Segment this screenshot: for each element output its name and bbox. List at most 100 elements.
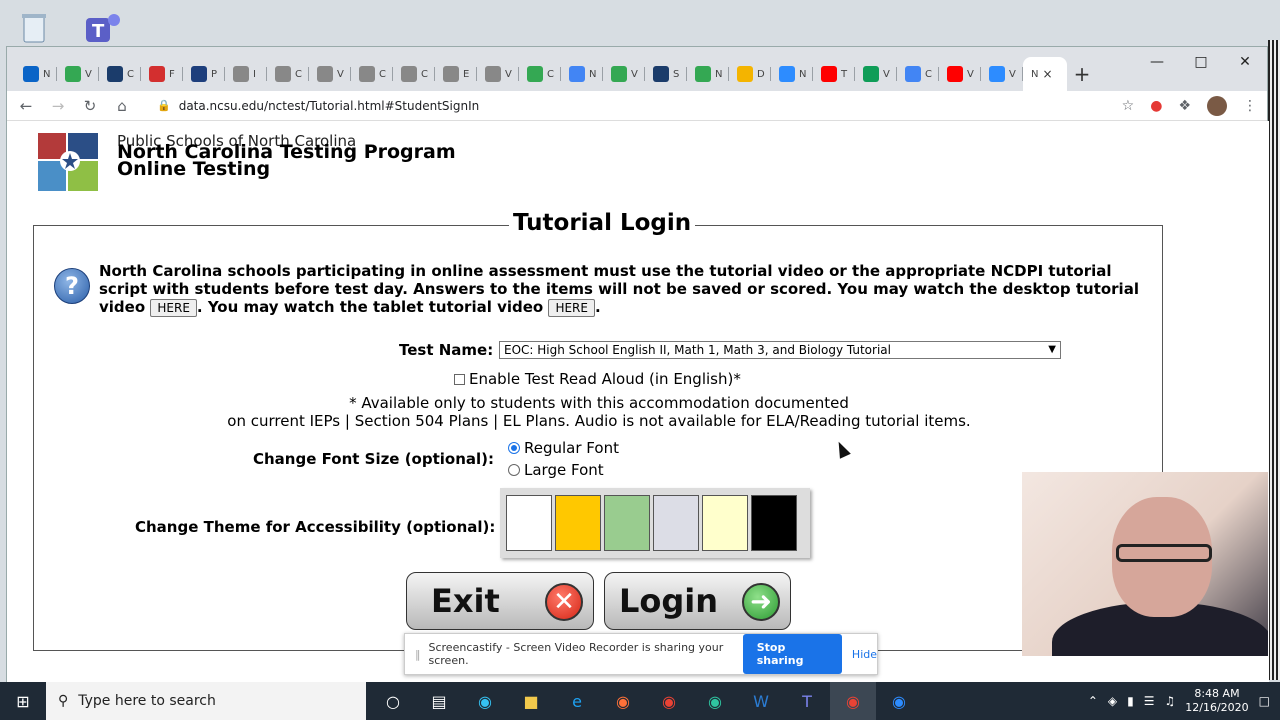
edge-new-icon[interactable]: ◉ xyxy=(692,682,738,720)
profile-avatar[interactable] xyxy=(1207,95,1227,116)
zoom-icon[interactable]: ◉ xyxy=(876,682,922,720)
read-aloud-checkbox[interactable] xyxy=(454,373,465,385)
theme-swatch[interactable] xyxy=(604,495,650,551)
taskbar-search[interactable]: ⚲ Type here to search xyxy=(46,682,366,720)
reload-icon[interactable]: ↻ xyxy=(81,97,99,115)
browser-tab[interactable]: V xyxy=(981,57,1023,91)
exit-button[interactable]: Exit ✕ xyxy=(406,572,594,630)
extensions-puzzle-icon[interactable]: ❖ xyxy=(1178,98,1191,114)
browser-tab[interactable]: C xyxy=(267,57,309,91)
large-font-radio[interactable] xyxy=(508,464,520,476)
browser-tab[interactable]: N xyxy=(15,57,57,91)
tray-chevron-icon[interactable]: ⌃ xyxy=(1088,694,1098,708)
browser-tab[interactable]: C xyxy=(519,57,561,91)
hide-share-bar-link[interactable]: Hide xyxy=(852,648,877,661)
minimize-icon[interactable]: — xyxy=(1135,47,1179,77)
file-explorer-icon[interactable]: ■ xyxy=(508,682,554,720)
tab-label: N xyxy=(715,68,723,80)
address-bar[interactable]: 🔒 data.ncsu.edu/nctest/Tutorial.html#Stu… xyxy=(145,93,1108,119)
firefox-icon[interactable]: ◉ xyxy=(600,682,646,720)
browser-toolbar: ← → ↻ ⌂ 🔒 data.ncsu.edu/nctest/Tutorial.… xyxy=(7,91,1267,121)
forward-icon[interactable]: → xyxy=(49,97,67,115)
regular-font-option[interactable]: Regular Font xyxy=(508,439,619,457)
ie-icon[interactable]: e xyxy=(554,682,600,720)
browser-tab[interactable]: V xyxy=(939,57,981,91)
browser-tab[interactable]: C xyxy=(351,57,393,91)
browser-tab[interactable]: V xyxy=(477,57,519,91)
tab-favicon-icon xyxy=(275,66,291,82)
regular-font-radio[interactable] xyxy=(508,442,520,454)
new-tab-button[interactable]: + xyxy=(1067,57,1097,91)
browser-tab[interactable]: V xyxy=(855,57,897,91)
chrome-icon[interactable]: ◉ xyxy=(646,682,692,720)
browser-tab[interactable]: E xyxy=(435,57,477,91)
read-aloud-option[interactable]: Enable Test Read Aloud (in English)* xyxy=(454,370,741,388)
browser-tab[interactable]: C xyxy=(897,57,939,91)
windows-start-icon[interactable]: ⊞ xyxy=(0,682,46,720)
tab-label: V xyxy=(631,68,638,80)
theme-swatch[interactable] xyxy=(555,495,601,551)
cortana-icon[interactable]: ○ xyxy=(370,682,416,720)
recycle-bin-icon[interactable] xyxy=(14,8,54,48)
microphone-icon[interactable]: ◈ xyxy=(1108,694,1117,708)
back-icon[interactable]: ← xyxy=(17,97,35,115)
theme-label: Change Theme for Accessibility (optional… xyxy=(135,518,496,536)
teams-taskbar-icon[interactable]: T xyxy=(784,682,830,720)
font-size-label: Change Font Size (optional): xyxy=(253,450,495,468)
battery-icon[interactable]: ▮ xyxy=(1127,694,1134,708)
menu-kebab-icon[interactable]: ⋮ xyxy=(1243,98,1257,114)
theme-swatch[interactable] xyxy=(506,495,552,551)
wifi-icon[interactable]: ☰ xyxy=(1144,694,1155,708)
tab-label: N xyxy=(799,68,807,80)
browser-tab[interactable]: C xyxy=(393,57,435,91)
desktop-video-here-button[interactable]: HERE xyxy=(150,299,197,317)
task-view-icon[interactable]: ▤ xyxy=(416,682,462,720)
theme-swatch[interactable] xyxy=(653,495,699,551)
browser-tab[interactable]: N xyxy=(561,57,603,91)
screencastify-extension-icon[interactable]: ● xyxy=(1150,98,1162,114)
intro-text: North Carolina schools participating in … xyxy=(99,262,1149,317)
browser-tab[interactable]: D xyxy=(729,57,771,91)
svg-text:T: T xyxy=(92,21,105,42)
login-button[interactable]: Login ➜ xyxy=(604,572,791,630)
volume-icon[interactable]: ♫ xyxy=(1164,694,1175,708)
browser-tab[interactable]: I xyxy=(225,57,267,91)
large-font-option[interactable]: Large Font xyxy=(508,461,604,479)
browser-tab[interactable]: C xyxy=(99,57,141,91)
close-window-icon[interactable]: ✕ xyxy=(1223,47,1267,77)
tab-favicon-icon xyxy=(569,66,585,82)
clock[interactable]: 8:48 AM 12/16/2020 xyxy=(1185,687,1248,715)
teams-desktop-icon[interactable]: T xyxy=(82,8,122,48)
test-name-select[interactable]: EOC: High School English II, Math 1, Mat… xyxy=(499,341,1061,359)
browser-tab[interactable]: V xyxy=(603,57,645,91)
browser-tab[interactable]: F xyxy=(141,57,183,91)
read-aloud-label: Enable Test Read Aloud (in English)* xyxy=(469,370,741,388)
edge-icon[interactable]: ◉ xyxy=(462,682,508,720)
bookmark-star-icon[interactable]: ☆ xyxy=(1122,98,1135,114)
large-font-label: Large Font xyxy=(524,461,604,479)
tab-favicon-icon xyxy=(653,66,669,82)
browser-tab[interactable]: P xyxy=(183,57,225,91)
maximize-icon[interactable]: □ xyxy=(1179,47,1223,77)
notifications-icon[interactable]: □ xyxy=(1259,694,1270,708)
drag-handle-icon[interactable]: ‖ xyxy=(415,648,421,661)
browser-tab[interactable]: V xyxy=(57,57,99,91)
tablet-video-here-button[interactable]: HERE xyxy=(548,299,595,317)
close-tab-icon[interactable]: × xyxy=(1042,67,1052,81)
theme-swatch[interactable] xyxy=(751,495,797,551)
tab-label: V xyxy=(85,68,92,80)
word-icon[interactable]: W xyxy=(738,682,784,720)
active-tab[interactable]: N × xyxy=(1023,57,1067,91)
browser-tab[interactable]: T xyxy=(813,57,855,91)
stop-sharing-button[interactable]: Stop sharing xyxy=(742,634,842,674)
browser-tab[interactable]: V xyxy=(309,57,351,91)
theme-swatch[interactable] xyxy=(702,495,748,551)
browser-tab[interactable]: N xyxy=(771,57,813,91)
home-icon[interactable]: ⌂ xyxy=(113,97,131,115)
regular-font-label: Regular Font xyxy=(524,439,619,457)
browser-tab[interactable]: N xyxy=(687,57,729,91)
browser-tab[interactable]: S xyxy=(645,57,687,91)
chrome-active-icon[interactable]: ◉ xyxy=(830,682,876,720)
test-name-value: EOC: High School English II, Math 1, Mat… xyxy=(504,343,891,357)
desktop-edge xyxy=(1268,40,1280,680)
